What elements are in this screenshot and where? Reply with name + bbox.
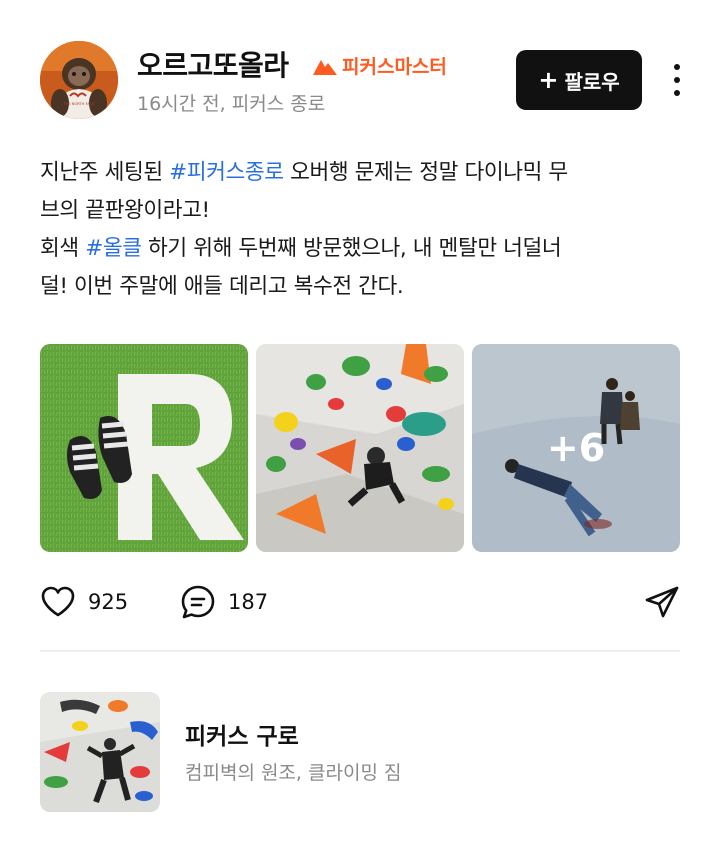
divider	[40, 650, 680, 652]
share-button[interactable]	[644, 582, 680, 622]
photo-thumbnail[interactable]	[40, 344, 248, 552]
text-span: 회색	[40, 236, 86, 261]
vertical-dots-icon	[674, 64, 680, 70]
mountain-icon	[313, 59, 337, 75]
post-body-line: 브의 끝판왕이라고!	[40, 198, 210, 223]
post-body-line: 지난주 세팅된 #피커스종로 오버행 문제는 정말 다이나믹 무	[40, 154, 690, 192]
follow-button[interactable]: + 팔로우	[516, 50, 642, 110]
hashtag-link[interactable]: #피커스종로	[169, 160, 284, 185]
text-span: 하기 위해 두번째 방문했으나, 내 멘탈만 너덜너	[141, 236, 562, 261]
post-body-line: 덜! 이번 주말에 애들 데리고 복수전 간다.	[40, 274, 404, 299]
heart-icon	[41, 586, 75, 617]
post-card: THE NORTH FACE 오르고또올라 피커스마스터 16시간 전, 피커스…	[0, 0, 720, 852]
more-photos-count: +6	[472, 344, 680, 552]
user-badge: 피커스마스터	[312, 52, 447, 79]
comment-bubble-icon	[181, 585, 215, 619]
like-count: 925	[88, 590, 129, 614]
text-span: 오버행 문제는 정말 다이나믹 무	[283, 160, 568, 185]
place-photo	[40, 692, 160, 812]
post-meta: 16시간 전, 피커스 종로	[137, 93, 326, 115]
badge-label: 피커스마스터	[342, 56, 447, 78]
like-button[interactable]: 925	[40, 582, 128, 622]
photo-gallery: +6	[40, 344, 680, 552]
place-thumbnail	[40, 692, 160, 812]
post-body-line: 회색 #올클 하기 위해 두번째 방문했으나, 내 멘탈만 너덜너	[40, 230, 690, 268]
post-body: 지난주 세팅된 #피커스종로 오버행 문제는 정말 다이나믹 무 브의 끝판왕이…	[40, 154, 690, 306]
post-actions: 925 187	[40, 582, 680, 622]
place-card[interactable]: 피커스 구로 컴피벽의 원조, 클라이밍 짐	[40, 692, 680, 812]
vertical-dots-icon	[674, 90, 680, 96]
place-name: 피커스 구로	[185, 724, 299, 750]
vertical-dots-icon	[674, 77, 680, 83]
plus-icon: +	[538, 66, 559, 94]
text-span: 지난주 세팅된	[40, 160, 170, 185]
place-description: 컴피벽의 원조, 클라이밍 짐	[185, 762, 402, 784]
comment-count: 187	[228, 590, 269, 614]
paper-plane-icon	[645, 586, 679, 618]
photo-turf-shoes	[40, 344, 248, 552]
svg-text:THE NORTH FACE: THE NORTH FACE	[62, 102, 95, 106]
photo-climbing-wall	[256, 344, 464, 552]
author-name[interactable]: 오르고또올라	[137, 44, 289, 84]
comment-button[interactable]: 187	[180, 582, 268, 622]
avatar-image: THE NORTH FACE	[40, 41, 118, 119]
hashtag-link[interactable]: #올클	[85, 236, 142, 261]
photo-thumbnail-more[interactable]: +6	[472, 344, 680, 552]
author-avatar[interactable]: THE NORTH FACE	[40, 41, 118, 119]
follow-label: 팔로우	[564, 69, 620, 94]
more-options-button[interactable]	[664, 60, 690, 100]
photo-thumbnail[interactable]	[256, 344, 464, 552]
